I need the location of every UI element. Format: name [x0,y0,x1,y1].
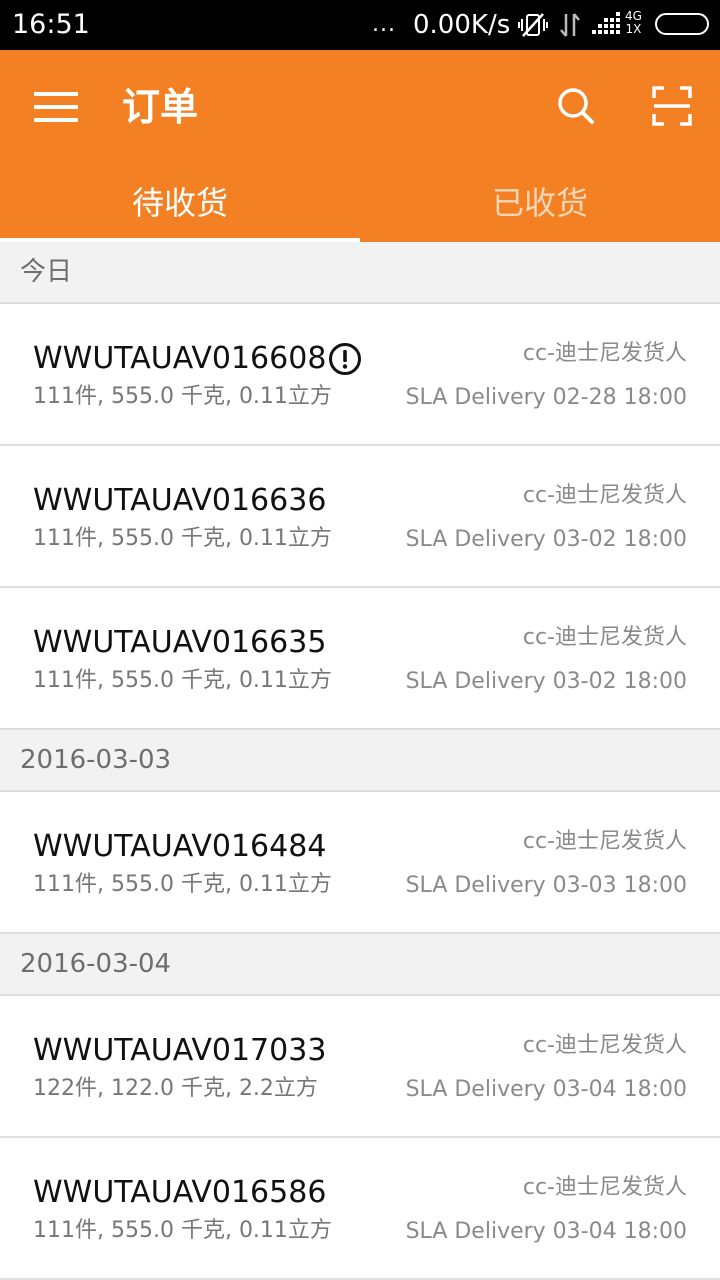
order-meta: 111件, 555.0 千克, 0.11立方 [33,1218,332,1243]
order-sla: SLA Delivery 03-02 18:00 [405,527,687,552]
order-list: 今日 WWUTAUAV016608 111件, 555.0 千克, 0.11立方… [0,242,720,1280]
tab-pending-receipt[interactable]: 待收货 [0,174,360,238]
network-type-1x: 1X [625,22,642,36]
order-meta: 111件, 555.0 千克, 0.11立方 [33,526,332,551]
order-sla: SLA Delivery 03-02 18:00 [405,669,687,694]
section-header-date: 2016-03-03 [0,730,720,792]
search-icon [558,88,594,124]
order-sla: SLA Delivery 03-04 18:00 [405,1219,687,1244]
signal-icon [592,12,624,40]
tab-received[interactable]: 已收货 [360,174,720,238]
search-button[interactable] [548,78,604,134]
order-id: WWUTAUAV017033 [33,1033,327,1068]
order-row[interactable]: WWUTAUAV016636 111件, 555.0 千克, 0.11立方 cc… [0,446,720,588]
section-header-date: 2016-03-04 [0,934,720,996]
order-shipper: cc-迪士尼发货人 [522,341,687,366]
order-row[interactable]: WWUTAUAV016635 111件, 555.0 千克, 0.11立方 cc… [0,588,720,730]
order-id: WWUTAUAV016484 [33,829,327,864]
menu-button[interactable] [22,80,90,134]
hamburger-line [34,118,78,122]
status-bar: 16:51 ... 0.00K/s 4G 1X [0,0,720,50]
order-meta: 122件, 122.0 千克, 2.2立方 [33,1076,318,1101]
status-notification-dots: ... [372,12,396,37]
order-meta: 111件, 555.0 千克, 0.11立方 [33,872,332,897]
order-shipper: cc-迪士尼发货人 [522,1175,687,1200]
hamburger-menu-icon [34,92,78,96]
order-id: WWUTAUAV016636 [33,483,327,518]
network-speed: 0.00K/s [413,10,511,40]
order-sla: SLA Delivery 03-04 18:00 [405,1077,687,1102]
order-row[interactable]: WWUTAUAV016608 111件, 555.0 千克, 0.11立方 cc… [0,304,720,446]
order-row[interactable]: WWUTAUAV017033 122件, 122.0 千克, 2.2立方 cc-… [0,996,720,1138]
order-row[interactable]: WWUTAUAV016484 111件, 555.0 千克, 0.11立方 cc… [0,792,720,934]
order-meta: 111件, 555.0 千克, 0.11立方 [33,384,332,409]
order-sla: SLA Delivery 02-28 18:00 [405,385,687,410]
network-type: 4G 1X [625,10,642,36]
scan-button[interactable] [644,78,700,134]
order-id: WWUTAUAV016635 [33,625,327,660]
order-shipper: cc-迪士尼发货人 [522,483,687,508]
status-time: 16:51 [12,9,90,40]
order-meta: 111件, 555.0 千克, 0.11立方 [33,668,332,693]
app-bar: 订单 待收货 已收货 [0,50,720,242]
order-row[interactable]: WWUTAUAV016586 111件, 555.0 千克, 0.11立方 cc… [0,1138,720,1280]
order-id: WWUTAUAV016586 [33,1175,327,1210]
order-id: WWUTAUAV016608 [33,341,327,376]
vibrate-off-icon [518,12,548,42]
section-header-today: 今日 [0,242,720,304]
network-type-4g: 4G [625,9,642,23]
order-shipper: cc-迪士尼发货人 [522,625,687,650]
order-shipper: cc-迪士尼发货人 [522,829,687,854]
scan-icon [652,86,692,126]
alert-icon[interactable] [328,342,362,376]
data-transfer-icon [558,12,582,42]
battery-icon [655,13,709,35]
order-sla: SLA Delivery 03-03 18:00 [405,873,687,898]
order-shipper: cc-迪士尼发货人 [522,1033,687,1058]
hamburger-line [34,105,78,109]
page-title: 订单 [122,85,199,129]
